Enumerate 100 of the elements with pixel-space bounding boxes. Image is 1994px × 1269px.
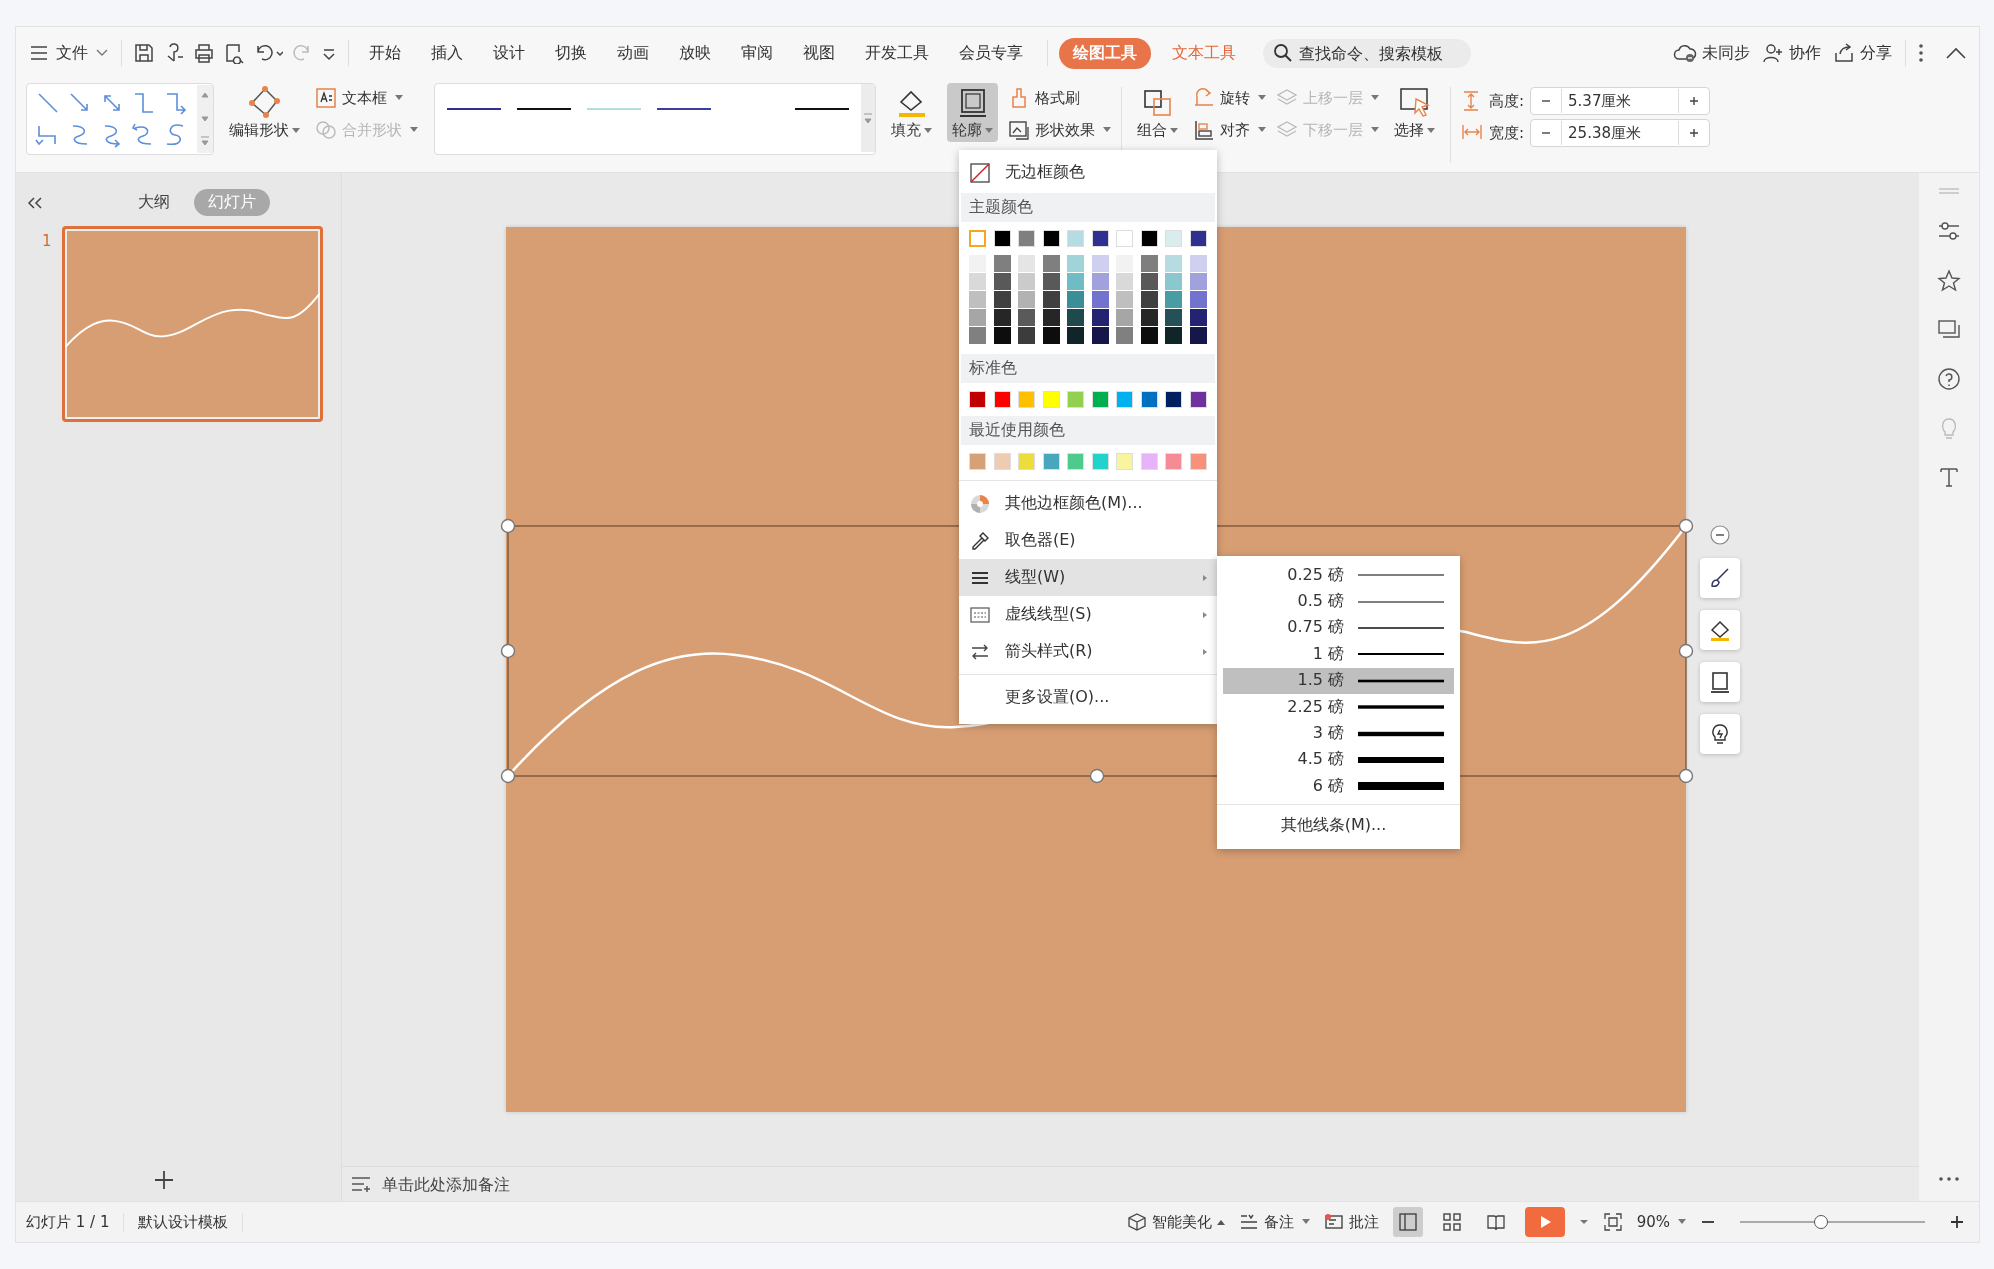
save-icon[interactable] (133, 42, 155, 64)
ribbon-tab[interactable]: 审阅 (732, 37, 782, 69)
color-swatch[interactable] (969, 453, 986, 470)
color-swatch[interactable] (1091, 273, 1109, 290)
color-swatch[interactable] (1165, 309, 1183, 326)
color-swatch[interactable] (1018, 230, 1036, 247)
menu-item[interactable]: 虚线线型(S) (959, 596, 1217, 633)
color-swatch[interactable] (969, 327, 986, 344)
ribbon-tab[interactable]: 会员专享 (950, 37, 1032, 69)
color-swatch[interactable] (1091, 453, 1109, 470)
color-swatch[interactable] (1165, 391, 1183, 408)
color-swatch[interactable] (1067, 230, 1085, 247)
resize-handle[interactable] (1678, 518, 1694, 534)
color-swatch[interactable] (1067, 453, 1085, 470)
text-box-button[interactable]: 文本框 (315, 87, 418, 109)
collaborate-button[interactable]: 协作 (1760, 38, 1823, 68)
color-swatch[interactable] (1091, 327, 1109, 344)
ribbon-tab[interactable]: 插入 (422, 37, 472, 69)
slideshow-button[interactable] (1524, 1207, 1565, 1237)
color-swatch[interactable] (1116, 230, 1134, 247)
color-swatch[interactable] (1018, 273, 1036, 290)
outline-button[interactable]: 轮廓 (947, 83, 998, 142)
color-swatch[interactable] (1091, 255, 1109, 272)
ribbon-tab[interactable]: 动画 (608, 37, 658, 69)
ribbon-tab[interactable]: 切换 (546, 37, 596, 69)
ribbon-tab[interactable]: 设计 (484, 37, 534, 69)
panel-tab[interactable]: 大纲 (124, 189, 184, 216)
color-swatch[interactable] (1018, 309, 1036, 326)
color-swatch[interactable] (1018, 391, 1036, 408)
more-icon[interactable] (1917, 42, 1925, 64)
print-icon[interactable] (193, 42, 215, 64)
format-painter-button[interactable]: 格式刷 (1008, 87, 1111, 109)
resize-handle[interactable] (1678, 768, 1694, 784)
ribbon-tab[interactable]: 放映 (670, 37, 720, 69)
color-swatch[interactable] (1116, 255, 1134, 272)
color-swatch[interactable] (1189, 273, 1207, 290)
beautify-button[interactable]: 智能美化 (1126, 1212, 1225, 1232)
color-swatch[interactable] (1042, 230, 1060, 247)
menu-item[interactable]: 取色器(E) (959, 522, 1217, 559)
resize-handle[interactable] (500, 518, 516, 534)
caret-icon[interactable] (1578, 1218, 1589, 1226)
color-swatch[interactable] (1091, 230, 1109, 247)
color-swatch[interactable] (1091, 391, 1109, 408)
menu-item[interactable]: 无边框颜色 (959, 154, 1217, 191)
color-swatch[interactable] (1116, 291, 1134, 308)
color-swatch[interactable] (1067, 327, 1085, 344)
collapse-toolbar-icon[interactable] (1709, 524, 1731, 546)
color-swatch[interactable] (1189, 453, 1207, 470)
color-swatch[interactable] (1189, 327, 1207, 344)
color-swatch[interactable] (1091, 291, 1109, 308)
menu-item[interactable]: 线型(W) (959, 559, 1217, 596)
style-brush-button[interactable] (1700, 558, 1740, 598)
color-swatch[interactable] (993, 255, 1011, 272)
width-spinner[interactable]: 25.38厘米 (1530, 119, 1711, 147)
color-swatch[interactable] (1067, 309, 1085, 326)
ribbon-tab[interactable]: 开发工具 (856, 37, 938, 69)
align-button[interactable]: 对齐 (1193, 119, 1266, 141)
color-swatch[interactable] (1140, 291, 1158, 308)
color-swatch[interactable] (1165, 230, 1183, 247)
resize-handle[interactable] (1089, 768, 1105, 784)
color-swatch[interactable] (1140, 309, 1158, 326)
notes-button[interactable]: 备注 (1238, 1212, 1310, 1232)
color-swatch[interactable] (1042, 327, 1060, 344)
menu-item[interactable]: 4.5 磅 (1223, 746, 1454, 774)
normal-view-button[interactable] (1392, 1207, 1423, 1237)
color-swatch[interactable] (1042, 255, 1060, 272)
outline-button[interactable] (1700, 662, 1740, 702)
select-button[interactable]: 选择 (1389, 83, 1440, 142)
color-swatch[interactable] (1116, 391, 1134, 408)
color-swatch[interactable] (993, 327, 1011, 344)
color-swatch[interactable] (1042, 309, 1060, 326)
color-swatch[interactable] (1042, 291, 1060, 308)
resize-handle[interactable] (500, 768, 516, 784)
menu-item[interactable]: 3 磅 (1223, 720, 1454, 747)
color-swatch[interactable] (1165, 327, 1183, 344)
color-swatch[interactable] (993, 230, 1011, 247)
shape-effects-button[interactable]: 形状效果 (1008, 119, 1111, 141)
color-swatch[interactable] (969, 273, 986, 290)
color-swatch[interactable] (1189, 309, 1207, 326)
menu-item[interactable]: 1.5 磅 (1223, 667, 1454, 694)
color-swatch[interactable] (1018, 327, 1036, 344)
color-swatch[interactable] (1189, 391, 1207, 408)
text-format-icon[interactable] (1937, 465, 1961, 489)
color-swatch[interactable] (1042, 453, 1060, 470)
color-swatch[interactable] (1067, 291, 1085, 308)
collapse-icon[interactable] (1945, 46, 1967, 60)
gallery-scrollbar[interactable] (861, 84, 875, 152)
fill-button[interactable] (1700, 610, 1740, 650)
help-icon[interactable] (1937, 367, 1961, 391)
menu-item[interactable]: 其他线条(M)... (1223, 808, 1454, 843)
rotate-button[interactable]: 旋转 (1193, 87, 1266, 109)
color-swatch[interactable] (1018, 255, 1036, 272)
color-swatch[interactable] (1140, 273, 1158, 290)
menu-item[interactable]: 0.25 磅 (1223, 562, 1454, 589)
color-swatch[interactable] (1165, 291, 1183, 308)
color-swatch[interactable] (1140, 453, 1158, 470)
search-field[interactable]: 查找命令、搜索模板 (1263, 38, 1471, 68)
menu-item[interactable]: 其他边框颜色(M)... (959, 485, 1217, 522)
color-swatch[interactable] (1189, 230, 1207, 247)
edit-shape-button[interactable]: 编辑形状 (224, 83, 305, 142)
